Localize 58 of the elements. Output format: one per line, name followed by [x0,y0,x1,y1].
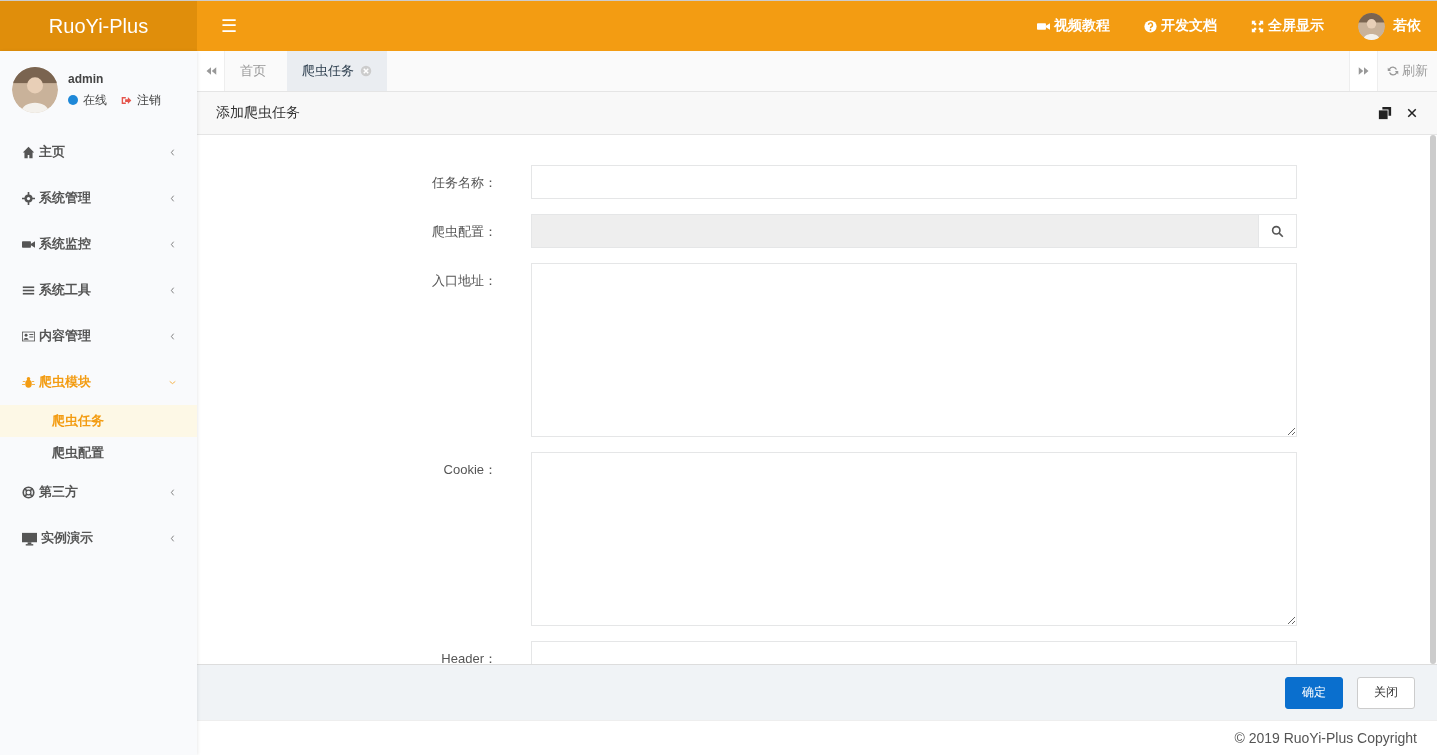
close-button[interactable] [1406,107,1418,119]
dialog-title: 添加爬虫任务 [216,104,301,122]
logo-text: RuoYi-Plus [48,14,149,38]
sidebar-item[interactable]: 第三方 [0,469,197,515]
field-label: 入口地址： [431,272,497,290]
restore-button[interactable] [1378,106,1392,120]
copyright-text: © 2019 RuoYi-Plus Copyright [1234,730,1417,746]
close-icon [360,65,372,77]
forward-icon [1357,65,1370,77]
chevron-icon [168,193,177,203]
chevron-icon [168,239,177,249]
backward-icon [204,65,217,77]
sidebar-item[interactable]: 系统工具 [0,267,197,313]
user-name: admin [68,71,105,86]
text-area[interactable] [531,263,1297,437]
sidebar-item[interactable]: 内容管理 [0,313,197,359]
chevron-icon [168,487,177,497]
sidebar-item[interactable]: 实例演示 [0,515,197,561]
fullscreen-icon [1251,19,1264,33]
refresh-icon [1387,65,1399,77]
sidebar-item[interactable]: 系统监控 [0,221,197,267]
text-field[interactable] [531,165,1297,199]
restore-icon [1378,106,1392,120]
logout-link[interactable]: 注销 [137,91,161,109]
menu-icon [22,283,35,297]
lifebuoy-icon [22,485,35,499]
scrollbar[interactable] [1430,135,1436,664]
scroll-left-button[interactable] [197,51,225,91]
chevron-icon [168,147,177,157]
tab[interactable]: 爬虫任务 [287,51,387,91]
chevron-icon [168,331,177,341]
help-icon [1144,19,1157,33]
field-label: 任务名称： [431,174,497,192]
chevron-icon [168,285,177,295]
home-icon [22,145,35,159]
sidebar-item[interactable]: 主页 [0,129,197,175]
field-label: Cookie： [442,461,497,479]
close-icon [1406,107,1418,119]
sidebar-item[interactable]: 系统管理 [0,175,197,221]
avatar [12,67,58,113]
logout-icon [121,94,132,106]
lookup-field[interactable] [531,214,1297,248]
text-area[interactable] [531,452,1297,626]
search-icon [1271,224,1284,238]
status-dot [68,95,78,105]
avatar [1358,12,1385,40]
scroll-right-button[interactable] [1349,51,1377,91]
bug-icon [22,375,35,389]
monitor-icon [22,530,37,546]
id-card-icon [22,329,35,343]
chevron-icon [168,533,177,543]
gear-icon [22,191,35,205]
field-label: Header： [440,650,497,664]
close-button[interactable]: 关闭 [1357,676,1415,709]
submenu-item[interactable]: 爬虫配置 [0,437,197,469]
status-text: 在线 [83,91,107,109]
confirm-button[interactable]: 确定 [1285,676,1343,709]
field-label: 爬虫配置： [431,223,497,241]
